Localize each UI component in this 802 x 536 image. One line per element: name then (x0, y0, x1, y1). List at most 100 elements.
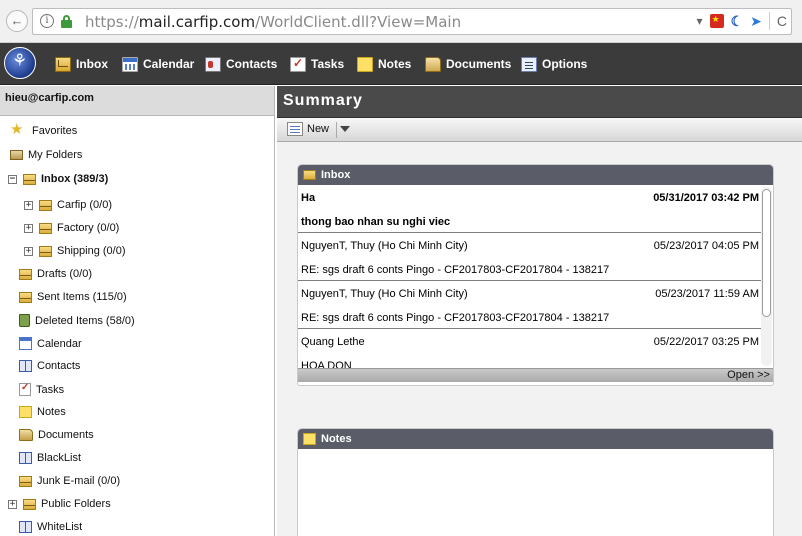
back-arrow-icon: ← (10, 13, 24, 28)
message-from: Quang Lethe (301, 336, 365, 348)
url-text[interactable]: https://mail.carfip.com/WorldClient.dll?… (85, 13, 461, 31)
documents-icon (425, 56, 441, 72)
message-from: NguyenT, Thuy (Ho Chi Minh City) (301, 288, 468, 300)
sidebar-item-label: Shipping (0/0) (57, 245, 126, 257)
inbox-widget-title: Inbox (321, 169, 351, 181)
open-inbox-link[interactable]: Open >> (727, 369, 770, 381)
browser-toolbar: ← i https://mail.carfip.com/WorldClient.… (0, 0, 802, 43)
sidebar-item-shipping[interactable]: + Shipping (0/0) (24, 245, 126, 257)
address-book-icon (19, 452, 32, 464)
sidebar-item-whitelist[interactable]: WhiteList (19, 521, 82, 533)
sidebar-item-deleted-items[interactable]: Deleted Items (58/0) (19, 314, 135, 327)
scrollbar-thumb[interactable] (762, 189, 771, 317)
sidebar-item-notes[interactable]: Notes (19, 406, 66, 418)
inbox-widget-footer: Open >> (298, 368, 773, 382)
new-message-icon (287, 122, 303, 136)
message-subject: RE: sgs draft 6 conts Pingo - CF2017803-… (301, 264, 610, 276)
back-button[interactable]: ← (6, 10, 28, 32)
message-date: 05/22/2017 03:25 PM (653, 336, 759, 348)
sidebar-item-factory[interactable]: + Factory (0/0) (24, 222, 119, 234)
documents-icon (19, 429, 33, 441)
toolbar-inbox-button[interactable]: Inbox (55, 55, 108, 73)
message-row[interactable]: Quang Lethe 05/22/2017 03:25 PM HOA DON (298, 329, 761, 368)
message-date: 05/23/2017 04:05 PM (653, 240, 759, 252)
toolbar-divider (336, 122, 337, 138)
sidebar-item-favorites[interactable]: ★ Favorites (10, 121, 77, 138)
new-button-label: New (307, 123, 330, 135)
star-icon: ★ (10, 121, 24, 138)
url-divider (768, 12, 770, 30)
envelope-icon (39, 222, 52, 234)
notes-widget-title: Notes (321, 433, 352, 445)
calendar-icon (122, 56, 138, 72)
collapse-icon[interactable]: − (8, 174, 17, 184)
toolbar-tasks-button[interactable]: Tasks (290, 55, 344, 73)
expand-icon[interactable]: + (24, 223, 33, 233)
toolbar-documents-label: Documents (446, 57, 512, 71)
message-subject: RE: sgs draft 6 conts Pingo - CF2017803-… (301, 312, 610, 324)
sidebar-item-tasks[interactable]: Tasks (19, 382, 64, 396)
address-book-icon (19, 360, 32, 372)
sidebar-item-calendar[interactable]: Calendar (19, 337, 82, 350)
summary-toolbar: New (277, 118, 802, 142)
sidebar-item-my-folders[interactable]: My Folders (10, 149, 82, 161)
sidebar-item-label: Inbox (389/3) (41, 173, 109, 185)
sidebar-item-documents[interactable]: Documents (19, 429, 94, 441)
sidebar-item-contacts[interactable]: Contacts (19, 360, 80, 372)
address-bar[interactable]: i https://mail.carfip.com/WorldClient.dl… (32, 8, 792, 35)
message-row[interactable]: NguyenT, Thuy (Ho Chi Minh City) 05/23/2… (298, 233, 761, 281)
new-button[interactable]: New (287, 122, 329, 136)
message-row[interactable]: Ha 05/31/2017 03:42 PM thong bao nhan su… (298, 185, 761, 233)
toolbar-options-button[interactable]: Options (521, 55, 587, 73)
toolbar-notes-button[interactable]: Notes (357, 55, 411, 73)
message-row[interactable]: NguyenT, Thuy (Ho Chi Minh City) 05/23/2… (298, 281, 761, 329)
sidebar-item-carfip[interactable]: + Carfip (0/0) (24, 199, 112, 211)
mdaemon-logo-icon[interactable] (4, 47, 36, 79)
url-path: /WorldClient.dll?View=Main (255, 13, 462, 31)
sidebar-item-label: Drafts (0/0) (37, 268, 93, 280)
new-dropdown-icon[interactable] (340, 126, 350, 132)
sidebar-item-sent-items[interactable]: Sent Items (115/0) (19, 291, 127, 303)
inbox-scrollbar[interactable] (761, 187, 772, 366)
envelope-icon (39, 199, 52, 211)
moon-extension-icon[interactable]: ☾ (731, 13, 744, 30)
toolbar-inbox-label: Inbox (76, 57, 108, 71)
inbox-widget: Inbox Ha 05/31/2017 03:42 PM thong bao n… (297, 164, 774, 386)
app-toolbar: Inbox Calendar Contacts Tasks Notes Docu… (0, 43, 802, 85)
tasks-icon (290, 56, 306, 72)
expand-icon[interactable]: + (8, 499, 17, 509)
toolbar-documents-button[interactable]: Documents (425, 55, 511, 73)
notes-widget-header[interactable]: Notes (298, 429, 773, 449)
expand-icon[interactable]: + (24, 200, 33, 210)
options-icon (521, 56, 537, 72)
toolbar-calendar-label: Calendar (143, 57, 195, 71)
reload-icon[interactable]: C (777, 13, 787, 29)
sidebar-item-blacklist[interactable]: BlackList (19, 452, 81, 464)
envelope-icon (23, 498, 36, 510)
info-icon[interactable]: i (40, 14, 54, 28)
inbox-widget-header[interactable]: Inbox (298, 165, 773, 185)
sidebar-item-label: WhiteList (37, 521, 83, 533)
sidebar-item-public-folders[interactable]: + Public Folders (8, 498, 111, 510)
expand-icon[interactable]: + (24, 246, 33, 256)
envelope-icon (23, 173, 36, 185)
toolbar-options-label: Options (542, 57, 588, 71)
flag-icon[interactable] (709, 14, 724, 28)
dropdown-icon[interactable]: ▾ (697, 14, 703, 28)
notes-widget-body (298, 449, 773, 536)
send-extension-icon[interactable]: ➤ (750, 13, 762, 30)
sidebar-item-junk-email[interactable]: Junk E-mail (0/0) (19, 475, 120, 487)
sidebar-item-label: BlackList (37, 452, 82, 464)
envelope-icon (19, 291, 32, 303)
toolbar-contacts-button[interactable]: Contacts (205, 55, 277, 73)
sidebar-item-drafts[interactable]: Drafts (0/0) (19, 268, 92, 280)
note-icon (303, 433, 316, 445)
lock-icon (61, 15, 72, 28)
sidebar-item-label: Documents (38, 429, 94, 441)
account-email: hieu@carfip.com (0, 86, 274, 116)
sidebar-item-label: My Folders (28, 149, 83, 161)
sidebar-item-label: Notes (37, 406, 66, 418)
address-book-icon (19, 521, 32, 533)
sidebar-item-inbox[interactable]: − Inbox (389/3) (8, 173, 108, 185)
toolbar-calendar-button[interactable]: Calendar (122, 55, 194, 73)
